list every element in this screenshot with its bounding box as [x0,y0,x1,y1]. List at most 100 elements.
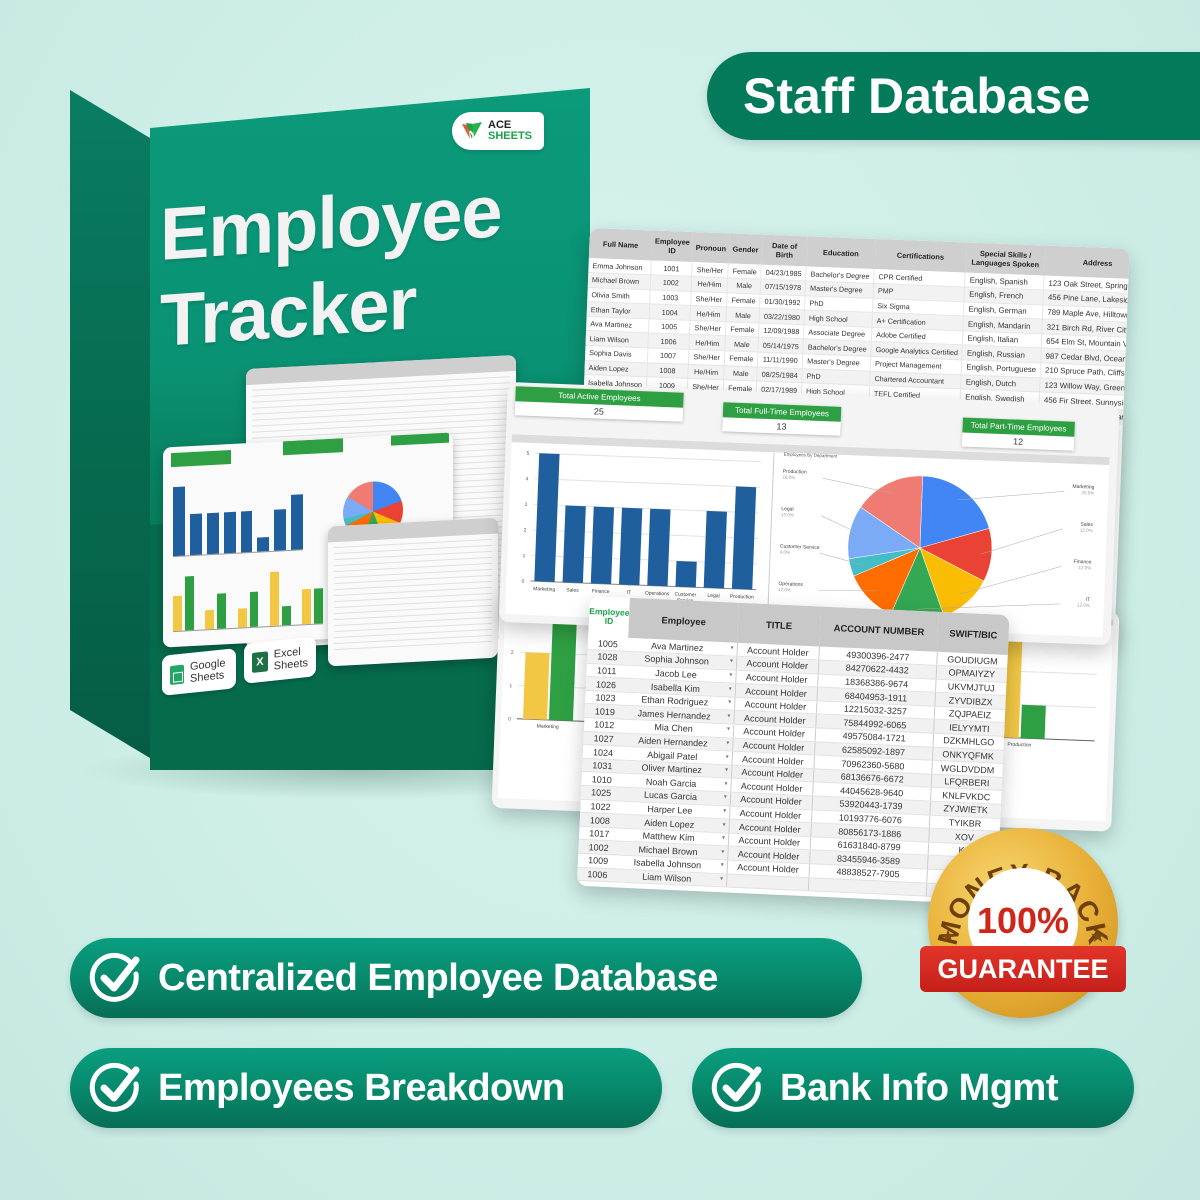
gridline [534,478,761,488]
ace-sheets-logo: ACE SHEETS [452,112,544,150]
table-cell: She/Her [689,320,727,337]
column-header: Date of Birth [761,234,808,267]
mini-bank-table-preview [328,517,498,667]
table-cell: Female [726,292,761,309]
table-cell: He/Him [688,334,726,351]
y-tick-label: 0 [508,716,511,722]
column-header: TITLE [737,602,821,647]
column-header: Gender [728,233,763,265]
ace-sheets-logo-icon [462,121,483,139]
pie-value-label: 20.0% [1081,490,1094,495]
table-cell: She/Her [691,261,729,278]
table-cell: Female [724,350,759,367]
table-cell: She/Her [688,349,726,366]
column-header: Special Skills / Languages Spoken [965,242,1046,276]
feature-pill-employees-breakdown: Employees Breakdown [70,1048,662,1128]
column-header: Certifications [874,238,967,273]
bar-marketing [534,453,560,582]
y-tick-label: 2 [511,650,514,656]
table-cell: 1006 [577,866,618,883]
x-tick-label: IT [627,590,632,596]
google-sheets-badge: Google Sheets [162,648,236,696]
table-cell: 1006 [647,333,690,350]
feature-label: Bank Info Mgmt [780,1066,1058,1109]
x-tick-label: Production [1007,742,1031,749]
table-cell: 1002 [650,274,692,292]
kpi-total-active: Total Active Employees 25 [514,386,684,422]
pie-value-label: 12.0% [778,587,791,592]
mini-kpi-active [171,450,231,468]
table-cell: He/Him [691,276,728,293]
table-cell: 1004 [649,304,691,321]
y-tick-label: 1 [522,553,525,559]
mini-bar-chart [173,480,303,558]
column-header: Employee ID [651,230,694,262]
table-cell: Male [726,307,760,323]
column-header: ACCOUNT NUMBER [818,606,940,652]
table-cell: Male [727,277,761,294]
star-icon: ★ [940,926,957,946]
mini-kpi-fulltime [283,438,343,456]
table-cell: He/Him [689,305,727,322]
pie-value-label: 4.0% [780,550,790,555]
feature-label: Centralized Employee Database [158,956,718,999]
table-cell: Female [727,263,762,280]
x-tick-label: Sales [566,587,579,593]
table-cell: She/Her [690,291,728,308]
column-header: Pronoun [692,231,730,264]
bar-full-time-marketing [548,620,577,721]
excel-icon: X [252,651,268,673]
table-cell: Male [725,336,759,353]
table-cell: Female [725,321,760,338]
table-cell: 1005 [648,318,690,335]
bar-sales [562,505,586,584]
table-cell: 1003 [649,289,692,306]
pie-value-label: 12.0% [781,512,794,517]
column-header: Education [806,236,876,269]
y-tick-label: 0 [521,579,524,585]
y-tick-label: 2 [523,528,526,534]
column-header: Full Name [588,228,653,261]
y-tick-label: 5 [526,451,529,457]
google-sheets-label-line2: Sheets [190,669,225,685]
column-header: SWIFT/BIC [937,611,1010,656]
bar-customer-service [675,560,697,588]
excel-sheets-badge: X Excel Sheets [244,636,316,684]
mini-ptft-chart [173,569,324,633]
department-bar-chart: 012345Marketing Sales Finance IT Operations C… [521,451,762,604]
staff-database-banner: Staff Database [707,52,1200,140]
feature-pill-centralized-database: Centralized Employee Database [70,938,862,1018]
column-header: Address [1044,245,1130,280]
bar-operations [647,508,671,587]
google-sheets-label: Google Sheets [190,657,225,685]
x-tick-label: Finance [592,588,610,595]
google-sheets-icon [170,664,184,685]
pie-value-label: 12.0% [1080,528,1093,533]
table-cell [726,873,809,891]
x-tick-label: Marketing [533,586,555,593]
bar-finance [590,506,615,585]
x-tick-label: Marketing [537,724,559,731]
y-tick-label: 3 [524,502,527,508]
column-header: Employee ID [588,596,631,638]
bar-part-time-marketing [522,652,550,720]
excel-sheets-label: Excel Sheets [274,645,308,673]
y-tick-label: 1 [509,683,512,689]
pie-value-label: 12.0% [1078,565,1091,570]
money-back-guarantee-seal: MONEY BACK 100% ★ ★ GUARANTEE [920,828,1126,1018]
feature-label: Employees Breakdown [158,1066,565,1109]
y-tick-label: 4 [525,476,528,482]
check-circle-icon [89,1062,140,1112]
mini-kpi-parttime [391,432,449,446]
product-title: Employee Tracker [160,168,502,364]
x-tick-label: Legal [707,593,719,599]
x-tick-label: Operations [645,590,670,597]
kpi-total-parttime: Total Part-Time Employees 12 [961,417,1075,451]
table-cell: 1001 [650,260,693,277]
check-circle-icon [711,1062,762,1112]
check-circle-icon [89,952,140,1002]
leader-line [980,528,1063,555]
feature-pill-bank-info: Bank Info Mgmt [692,1048,1134,1128]
column-header: Employee [628,597,740,643]
table-cell: 1007 [647,347,689,365]
